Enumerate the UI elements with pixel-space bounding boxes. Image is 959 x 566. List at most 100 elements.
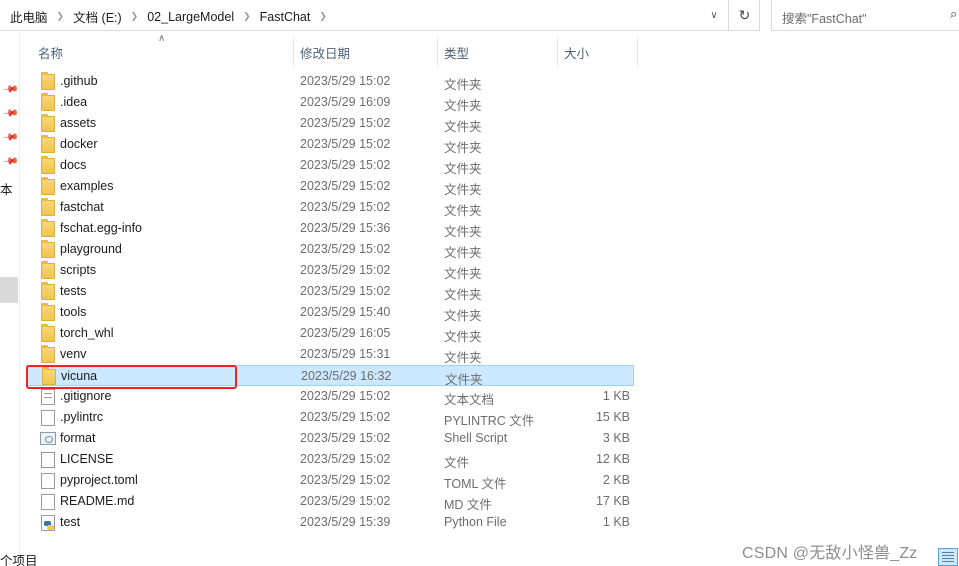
file-type: 文件夹: [444, 351, 482, 365]
file-name[interactable]: torch_whl: [60, 326, 114, 340]
file-row[interactable]: vicuna 2023/5/29 16:32 文件夹: [26, 365, 634, 387]
chevron-right-icon[interactable]: ❯: [57, 11, 65, 22]
file-row[interactable]: format 2023/5/29 15:02 Shell Script 3 KB: [26, 428, 634, 449]
file-name[interactable]: pyproject.toml: [60, 473, 138, 487]
file-name[interactable]: examples: [60, 179, 114, 193]
file-row[interactable]: assets 2023/5/29 15:02 文件夹: [26, 113, 634, 134]
file-row[interactable]: tools 2023/5/29 15:40 文件夹: [26, 302, 634, 323]
column-divider[interactable]: [557, 38, 558, 66]
file-icon: [41, 494, 55, 510]
search-placeholder: 搜索"FastChat": [782, 12, 867, 26]
file-icon: [41, 410, 55, 426]
file-type: Python File: [444, 515, 507, 529]
breadcrumb-drive-e[interactable]: 文档 (E:): [73, 7, 122, 26]
column-header-type[interactable]: 类型: [444, 43, 469, 62]
file-name[interactable]: .gitignore: [60, 389, 111, 403]
pin-icon: 📌: [2, 153, 19, 170]
file-row[interactable]: tests 2023/5/29 15:02 文件夹: [26, 281, 634, 302]
file-date: 2023/5/29 15:39: [300, 515, 391, 529]
file-type: 文件夹: [444, 183, 482, 197]
file-name[interactable]: .github: [60, 74, 98, 88]
folder-icon: [41, 303, 55, 321]
file-name[interactable]: tools: [60, 305, 86, 319]
refresh-button[interactable]: ↻: [728, 0, 760, 31]
breadcrumb-this-pc[interactable]: 此电脑: [10, 7, 48, 26]
file-name[interactable]: tests: [60, 284, 86, 298]
file-type: 文件夹: [444, 99, 482, 113]
file-row[interactable]: LICENSE 2023/5/29 15:02 文件 12 KB: [26, 449, 634, 470]
file-name[interactable]: fastchat: [60, 200, 104, 214]
python-file-icon: [41, 515, 55, 531]
breadcrumb: 此电脑 ❯ 文档 (E:) ❯ 02_LargeModel ❯ FastChat…: [10, 7, 336, 26]
column-header-name[interactable]: 名称: [38, 43, 63, 62]
chevron-right-icon[interactable]: ❯: [243, 11, 251, 22]
file-icon: [41, 473, 55, 489]
file-name[interactable]: docs: [60, 158, 86, 172]
watermark: CSDN @无敌小怪兽_Zz: [742, 545, 918, 562]
file-name[interactable]: README.md: [60, 494, 134, 508]
file-date: 2023/5/29 16:09: [300, 95, 391, 109]
file-name[interactable]: docker: [60, 137, 98, 151]
file-row[interactable]: .idea 2023/5/29 16:09 文件夹: [26, 92, 634, 113]
file-row[interactable]: playground 2023/5/29 15:02 文件夹: [26, 239, 634, 260]
file-row[interactable]: pyproject.toml 2023/5/29 15:02 TOML 文件 2 KB: [26, 470, 634, 491]
file-date: 2023/5/29 16:05: [300, 326, 391, 340]
file-date: 2023/5/29 15:02: [300, 452, 391, 466]
file-row[interactable]: .gitignore 2023/5/29 15:02 文本文档 1 KB: [26, 386, 634, 407]
file-row[interactable]: .github 2023/5/29 15:02 文件夹: [26, 71, 634, 92]
chevron-right-icon[interactable]: ❯: [319, 11, 327, 22]
nav-selected-item[interactable]: [0, 277, 18, 303]
chevron-right-icon[interactable]: ❯: [131, 11, 139, 22]
column-divider[interactable]: [437, 38, 438, 66]
file-name[interactable]: .pylintrc: [60, 410, 103, 424]
search-input[interactable]: 搜索"FastChat" ⌕: [771, 0, 959, 31]
breadcrumb-fastchat[interactable]: FastChat: [260, 10, 311, 24]
breadcrumb-largemodel[interactable]: 02_LargeModel: [147, 10, 234, 24]
file-row[interactable]: .pylintrc 2023/5/29 15:02 PYLINTRC 文件 15 KB: [26, 407, 634, 428]
search-icon[interactable]: ⌕: [950, 6, 957, 22]
column-header-date[interactable]: 修改日期: [300, 43, 350, 62]
column-header-size[interactable]: 大小: [564, 43, 589, 62]
file-name[interactable]: venv: [60, 347, 86, 361]
file-type: 文件夹: [444, 246, 482, 260]
file-name[interactable]: playground: [60, 242, 122, 256]
folder-icon: [41, 345, 55, 363]
file-name[interactable]: format: [60, 431, 95, 445]
file-row[interactable]: test 2023/5/29 15:39 Python File 1 KB: [26, 512, 634, 533]
file-row[interactable]: docker 2023/5/29 15:02 文件夹: [26, 134, 634, 155]
file-type: Shell Script: [444, 431, 508, 445]
file-date: 2023/5/29 15:02: [300, 200, 391, 214]
file-row[interactable]: scripts 2023/5/29 15:02 文件夹: [26, 260, 634, 281]
nav-item-partial[interactable]: 本: [0, 179, 20, 198]
column-divider[interactable]: [637, 38, 638, 66]
file-name[interactable]: scripts: [60, 263, 96, 277]
address-bar[interactable]: 此电脑 ❯ 文档 (E:) ❯ 02_LargeModel ❯ FastChat…: [0, 0, 760, 31]
address-history-dropdown[interactable]: ∨: [700, 0, 728, 31]
file-name[interactable]: test: [60, 515, 80, 529]
file-row[interactable]: README.md 2023/5/29 15:02 MD 文件 17 KB: [26, 491, 634, 512]
file-row[interactable]: venv 2023/5/29 15:31 文件夹: [26, 344, 634, 365]
file-date: 2023/5/29 15:02: [300, 242, 391, 256]
file-name[interactable]: assets: [60, 116, 96, 130]
file-name[interactable]: LICENSE: [60, 452, 114, 466]
folder-icon: [41, 282, 55, 300]
file-row[interactable]: examples 2023/5/29 15:02 文件夹: [26, 176, 634, 197]
file-name[interactable]: vicuna: [61, 369, 97, 383]
file-icon: [41, 452, 55, 468]
file-name[interactable]: fschat.egg-info: [60, 221, 142, 235]
navigation-pane: 📌 📌 📌 📌 本: [0, 32, 20, 566]
file-row[interactable]: docs 2023/5/29 15:02 文件夹: [26, 155, 634, 176]
file-date: 2023/5/29 15:02: [300, 263, 391, 277]
file-name[interactable]: .idea: [60, 95, 87, 109]
details-view-icon: [942, 552, 954, 562]
column-divider[interactable]: [293, 38, 294, 66]
file-list: .github 2023/5/29 15:02 文件夹 .idea 2023/5/29 …: [26, 71, 638, 533]
details-view-button[interactable]: [938, 548, 958, 566]
file-row[interactable]: torch_whl 2023/5/29 16:05 文件夹: [26, 323, 634, 344]
file-size: 2 KB: [602, 473, 630, 487]
file-row[interactable]: fschat.egg-info 2023/5/29 15:36 文件夹: [26, 218, 634, 239]
file-date: 2023/5/29 16:32: [301, 369, 392, 383]
file-row[interactable]: fastchat 2023/5/29 15:02 文件夹: [26, 197, 634, 218]
file-date: 2023/5/29 15:02: [300, 137, 391, 151]
folder-icon: [41, 261, 55, 279]
